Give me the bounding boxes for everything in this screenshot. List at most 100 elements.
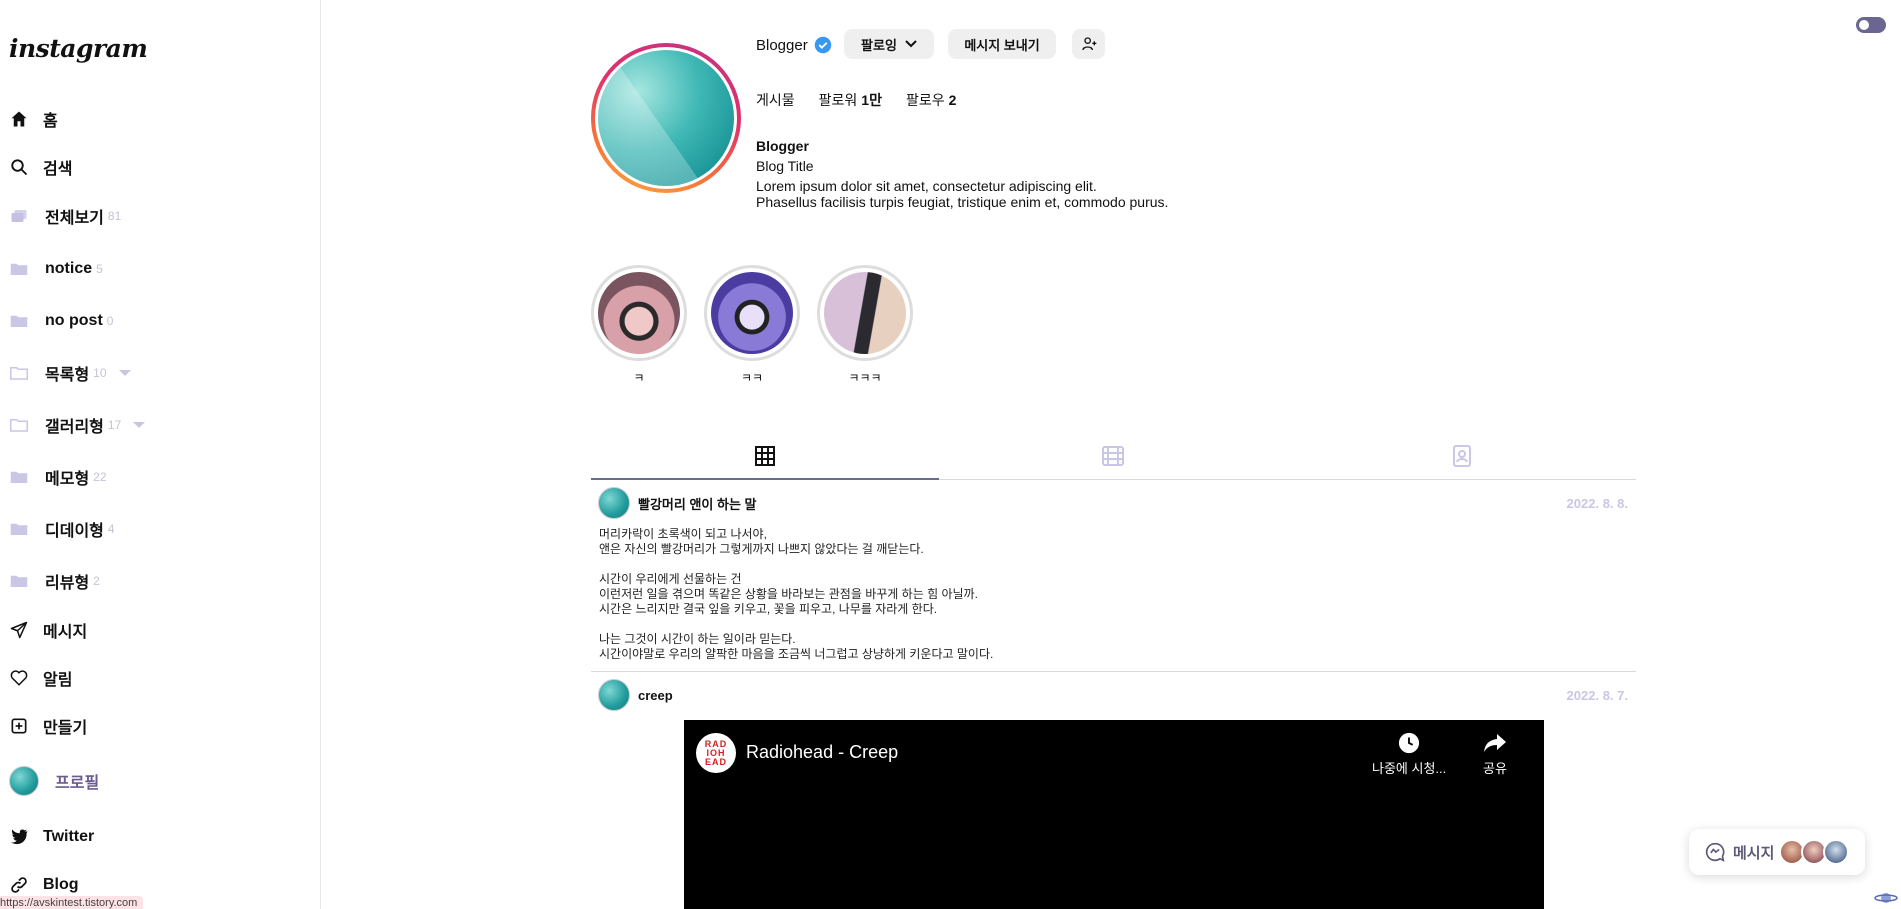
- nav-category-gallery[interactable]: 갤러리형 17: [9, 410, 146, 440]
- nav-category-all[interactable]: 전체보기 81: [9, 201, 121, 231]
- stat-followers[interactable]: 팔로워 1만: [819, 90, 882, 110]
- post-author-avatar: [598, 487, 630, 519]
- post-title[interactable]: 빨강머리 앤이 하는 말: [638, 494, 756, 513]
- theme-toggle[interactable]: [1856, 17, 1886, 33]
- channel-logo[interactable]: RAD IOH EAD: [696, 733, 736, 773]
- nav-category-no-post[interactable]: no post 0: [9, 306, 113, 336]
- story-highlight-label: ㅋㅋ: [740, 371, 764, 385]
- nav-category-review[interactable]: 리뷰형 2: [9, 566, 100, 596]
- app-root: instagram 홈 검색 전체보기 81 notice 5 no post …: [0, 0, 1901, 909]
- nav-notifications[interactable]: 알림: [9, 663, 72, 693]
- nav-twitter[interactable]: Twitter: [9, 822, 94, 852]
- chevron-down-icon[interactable]: [133, 422, 146, 428]
- following-button-label: 팔로잉: [861, 37, 897, 53]
- nav-blog-label: Blog: [43, 876, 79, 893]
- bio-line: Lorem ipsum dolor sit amet, consectetur …: [756, 178, 1097, 194]
- nav-category-memo[interactable]: 메모형 22: [9, 462, 107, 492]
- clock-icon: [1399, 732, 1420, 754]
- grid-icon: [755, 446, 776, 466]
- nav-profile-label: 프로필: [55, 775, 100, 792]
- nav-category-label: 리뷰형: [45, 575, 90, 592]
- send-message-button[interactable]: 메시지 보내기: [948, 29, 1056, 59]
- stat-followers-value: 1만: [861, 92, 882, 108]
- story-highlight-label: ㅋ: [633, 371, 645, 385]
- story-highlight-ring: [817, 265, 913, 361]
- nav-category-label: no post: [45, 312, 103, 329]
- folder-open-icon: [9, 363, 29, 383]
- folder-icon: [9, 311, 29, 331]
- nav-category-label: 갤러리형: [45, 419, 104, 436]
- bio-text: Lorem ipsum dolor sit amet, consectetur …: [756, 178, 1168, 210]
- video-title[interactable]: Radiohead - Creep: [746, 742, 898, 763]
- stack-icon: [9, 206, 29, 226]
- tab-posts-grid[interactable]: [591, 433, 940, 480]
- heart-icon: [9, 668, 29, 688]
- story-highlight-label: ㅋㅋㅋ: [848, 371, 882, 385]
- share-button[interactable]: 공유: [1483, 732, 1507, 777]
- profile-avatar-border: [595, 47, 737, 189]
- profile-stats: 게시물 팔로워 1만 팔로우 2: [756, 90, 956, 110]
- nav-category-label: notice: [45, 260, 93, 277]
- bio-name: Blogger: [756, 138, 809, 154]
- stat-following[interactable]: 팔로우 2: [906, 90, 956, 110]
- post-text-line: 앤은 자신의 빨강머리가 그렇게까지 나쁘지 않았다는 걸 깨닫는다.: [599, 542, 924, 556]
- folder-icon: [9, 259, 29, 279]
- nav-home[interactable]: 홈: [9, 104, 58, 134]
- chevron-down-icon[interactable]: [118, 370, 131, 376]
- story-highlight-image: [824, 272, 906, 354]
- nav-category-count: 0: [106, 314, 114, 328]
- post-title[interactable]: creep: [638, 688, 673, 703]
- profile-username: Blogger: [756, 36, 832, 54]
- post-text-line: 시간이야말로 우리의 얄팍한 마음을 조금씩 너그럽고 상냥하게 키운다고 말이…: [599, 647, 994, 661]
- story-highlight[interactable]: ㅋㅋㅋ: [817, 265, 913, 386]
- add-user-button[interactable]: [1072, 29, 1105, 59]
- post-text-line: 나는 그것이 시간이 하는 일이라 믿는다.: [599, 632, 796, 646]
- folder-icon: [9, 571, 29, 591]
- plus-square-icon: [9, 716, 29, 736]
- stat-posts[interactable]: 게시물: [756, 90, 795, 110]
- film-icon: [1102, 446, 1125, 466]
- profile-avatar[interactable]: [591, 43, 741, 193]
- nav-home-label: 홈: [43, 113, 58, 130]
- post-header[interactable]: 빨강머리 앤이 하는 말 2022. 8. 8.: [598, 487, 1628, 519]
- chevron-down-icon: [905, 40, 917, 48]
- tab-tagged[interactable]: [1288, 433, 1636, 479]
- post-header[interactable]: creep 2022. 8. 7.: [598, 679, 1628, 711]
- send-icon: [9, 620, 29, 640]
- nav-search[interactable]: 검색: [9, 152, 72, 182]
- nav-category-dday[interactable]: 디데이형 4: [9, 514, 115, 544]
- twitter-icon: [9, 827, 29, 847]
- folder-open-icon: [9, 415, 29, 435]
- nav-category-list[interactable]: 목록형 10: [9, 358, 131, 388]
- story-highlight[interactable]: ㅋ: [591, 265, 687, 386]
- nav-create[interactable]: 만들기: [9, 711, 87, 741]
- share-icon: [1484, 734, 1506, 752]
- nav-category-notice[interactable]: notice 5: [9, 254, 103, 284]
- following-button[interactable]: 팔로잉: [844, 29, 934, 59]
- nav-category-count: 22: [93, 470, 107, 484]
- profile-username-text: Blogger: [756, 36, 808, 54]
- stat-following-label: 팔로우: [905, 92, 945, 108]
- watch-later-button[interactable]: 나중에 시청...: [1372, 732, 1446, 777]
- tab-reels[interactable]: [939, 433, 1287, 479]
- story-highlight-image: [711, 272, 793, 354]
- nav-category-label: 메모형: [45, 471, 90, 488]
- post-content: 머리카락이 초록색이 되고 나서야, 앤은 자신의 빨강머리가 그렇게까지 나쁘지…: [599, 527, 993, 677]
- nav-messages[interactable]: 메시지: [9, 615, 87, 645]
- instagram-logo[interactable]: instagram: [9, 34, 148, 63]
- story-highlight[interactable]: ㅋㅋ: [704, 265, 800, 386]
- nav-profile[interactable]: 프로필: [9, 766, 99, 796]
- nav-category-count: 10: [93, 366, 107, 380]
- planet-icon[interactable]: [1874, 888, 1898, 908]
- story-highlight-ring: [591, 265, 687, 361]
- post-text-line: 시간이 우리에게 선물하는 건: [599, 572, 742, 586]
- message-widget-label: 메시지: [1733, 844, 1775, 862]
- nav-category-count: 4: [107, 522, 115, 536]
- youtube-embed[interactable]: RAD IOH EAD Radiohead - Creep 나중에 시청... …: [684, 720, 1544, 909]
- post-text-line: 이런저런 일을 겪으며 똑같은 상황을 바라보는 관점을 바꾸게 하는 힘 아닐…: [599, 587, 978, 601]
- share-label: 공유: [1483, 761, 1507, 776]
- nav-category-label: 디데이형: [45, 523, 104, 540]
- folder-icon: [9, 519, 29, 539]
- message-widget[interactable]: 메시지: [1689, 829, 1865, 875]
- status-bar-url: https://avskintest.tistory.com: [0, 896, 144, 909]
